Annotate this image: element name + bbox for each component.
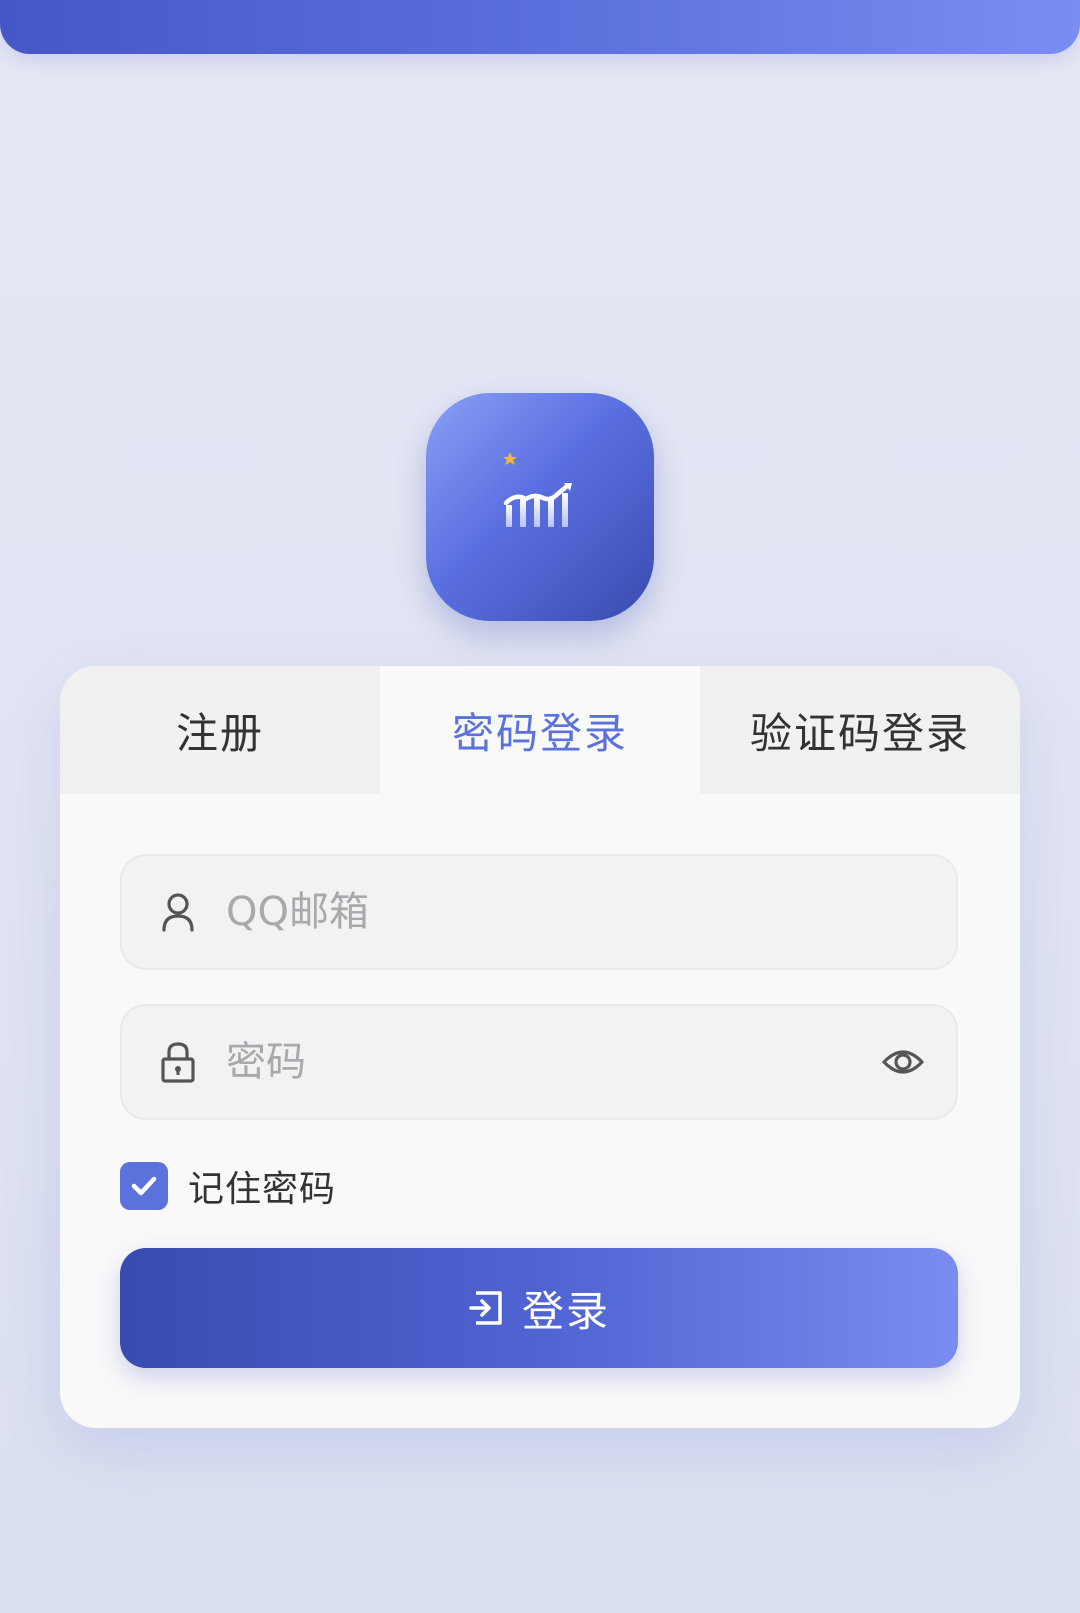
- chart-growth-icon: [503, 452, 572, 527]
- check-icon: [131, 1176, 157, 1196]
- remember-checkbox[interactable]: [120, 1162, 168, 1210]
- login-button-label: 登录: [521, 1286, 610, 1336]
- auth-tabs: 注册 密码登录 验证码登录: [60, 666, 1020, 794]
- eye-icon[interactable]: [882, 1042, 924, 1082]
- tab-code-login[interactable]: 验证码登录: [700, 666, 1020, 794]
- email-input[interactable]: [226, 856, 846, 968]
- password-field: [120, 1004, 958, 1120]
- tab-password-login[interactable]: 密码登录: [380, 666, 700, 794]
- header-bar: [0, 0, 1080, 54]
- email-field: [120, 854, 958, 970]
- app-logo: [426, 393, 654, 621]
- tab-register[interactable]: 注册: [60, 666, 380, 794]
- user-icon: [162, 893, 194, 932]
- password-input[interactable]: [226, 1006, 846, 1118]
- login-card: 注册 密码登录 验证码登录 记住密码: [60, 666, 1020, 1428]
- login-button[interactable]: 登录: [120, 1248, 958, 1368]
- lock-icon: [161, 1042, 195, 1083]
- remember-password: 记住密码: [120, 1161, 336, 1211]
- login-enter-icon: [469, 1291, 502, 1325]
- remember-label[interactable]: 记住密码: [188, 1160, 336, 1212]
